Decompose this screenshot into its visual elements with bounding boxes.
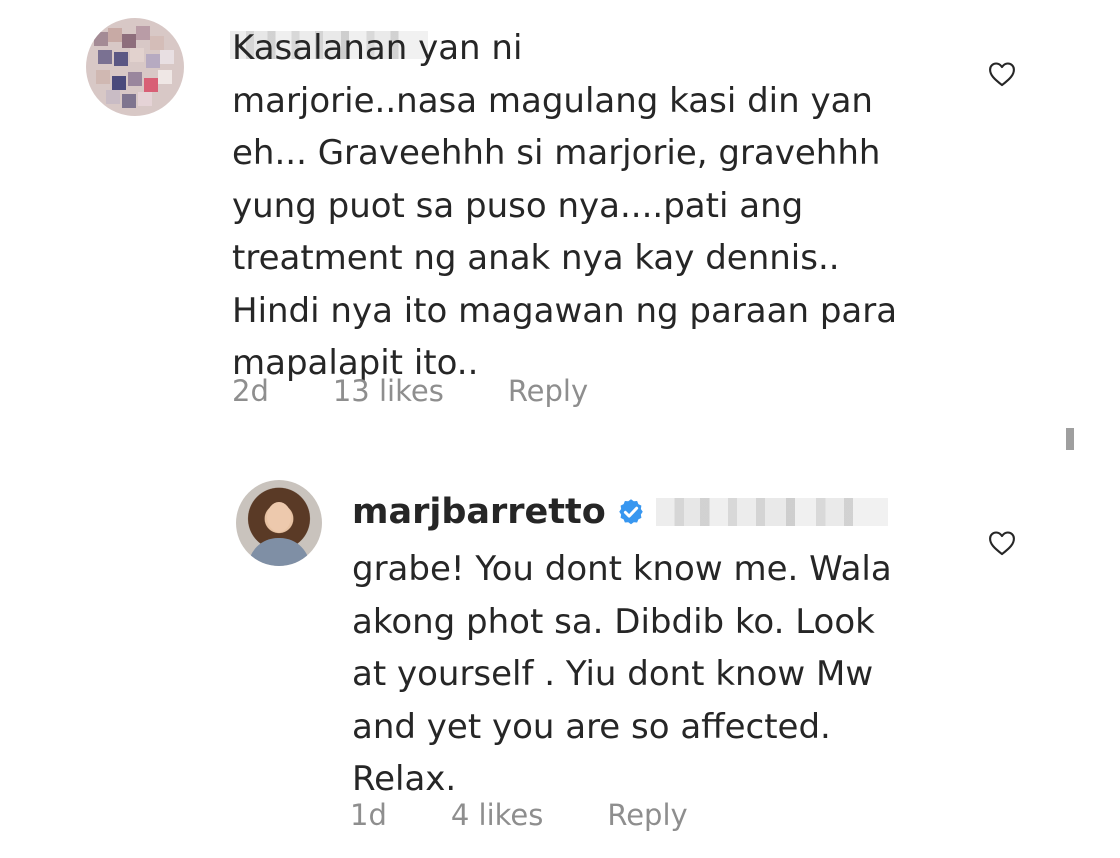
comment-2-reply-button[interactable]: Reply — [607, 798, 687, 832]
comment-1-meta: 2d 13 likes Reply — [232, 374, 588, 408]
comment-1-time: 2d — [232, 374, 269, 408]
comment-1-likes[interactable]: 13 likes — [333, 374, 444, 408]
comment-1-text: Kasalanan yan ni marjorie..nasa magulang… — [232, 28, 898, 383]
username[interactable]: marjbarretto — [352, 492, 606, 532]
avatar-shoulder — [248, 538, 310, 566]
avatar-face — [267, 502, 291, 532]
comment-2-meta: 1d 4 likes Reply — [350, 798, 688, 832]
comment-1-reply-button[interactable]: Reply — [508, 374, 588, 408]
comment-2-header: marjbarretto — [352, 490, 888, 534]
comment-2-text: grabe! You dont know me. Wala akong phot… — [352, 549, 892, 799]
comment-2-likes[interactable]: 4 likes — [451, 798, 544, 832]
user-avatar[interactable] — [236, 480, 322, 566]
verified-badge-icon — [619, 499, 643, 525]
scrollbar-thumb[interactable] — [1066, 428, 1074, 450]
blurred-avatar[interactable] — [86, 18, 184, 116]
blurred-mention[interactable] — [655, 498, 888, 526]
heart-icon[interactable] — [988, 530, 1016, 556]
comment-2-time: 1d — [350, 798, 387, 832]
heart-icon[interactable] — [988, 61, 1016, 87]
